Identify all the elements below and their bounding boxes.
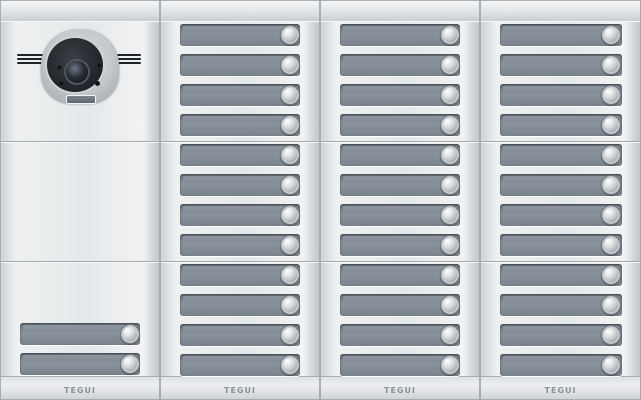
- camera-led: [95, 81, 100, 86]
- call-button[interactable]: [601, 25, 621, 45]
- brand-label: TEGUI: [224, 386, 256, 395]
- brand-label: TEGUI: [64, 386, 96, 395]
- top-cap: [161, 1, 319, 22]
- call-button[interactable]: [440, 55, 460, 75]
- call-button[interactable]: [280, 355, 300, 375]
- camera-led: [59, 81, 64, 86]
- call-button[interactable]: [440, 115, 460, 135]
- top-cap: [481, 1, 640, 22]
- bottom-cap: TEGUI: [481, 376, 640, 399]
- call-button[interactable]: [440, 85, 460, 105]
- call-button[interactable]: [280, 145, 300, 165]
- call-button[interactable]: [280, 175, 300, 195]
- call-button[interactable]: [601, 55, 621, 75]
- camera-led: [57, 65, 62, 70]
- call-button[interactable]: [601, 115, 621, 135]
- top-cap: [321, 1, 479, 22]
- call-button[interactable]: [440, 295, 460, 315]
- call-button[interactable]: [601, 295, 621, 315]
- call-button[interactable]: [280, 115, 300, 135]
- call-button[interactable]: [280, 205, 300, 225]
- camera-badge: [66, 95, 96, 104]
- top-cap: [1, 1, 159, 22]
- call-button[interactable]: [280, 85, 300, 105]
- bottom-cap: TEGUI: [1, 376, 159, 399]
- blank-module: [1, 142, 159, 262]
- call-button[interactable]: [280, 265, 300, 285]
- brand-label: TEGUI: [544, 386, 577, 395]
- call-button[interactable]: [280, 325, 300, 345]
- call-button[interactable]: [601, 175, 621, 195]
- call-button[interactable]: [280, 295, 300, 315]
- call-button[interactable]: [601, 85, 621, 105]
- bottom-cap: TEGUI: [321, 376, 479, 399]
- call-button[interactable]: [601, 325, 621, 345]
- bottom-cap: TEGUI: [161, 376, 319, 399]
- call-button[interactable]: [280, 55, 300, 75]
- brand-label: TEGUI: [384, 386, 416, 395]
- call-button[interactable]: [440, 265, 460, 285]
- camera-led: [97, 63, 102, 68]
- call-button[interactable]: [440, 325, 460, 345]
- call-button[interactable]: [601, 235, 621, 255]
- call-button[interactable]: [440, 235, 460, 255]
- call-button[interactable]: [601, 205, 621, 225]
- call-button[interactable]: [440, 175, 460, 195]
- camera-lens: [64, 59, 90, 85]
- call-button[interactable]: [120, 354, 140, 374]
- call-button[interactable]: [601, 355, 621, 375]
- call-button[interactable]: [440, 145, 460, 165]
- call-button[interactable]: [440, 205, 460, 225]
- call-button[interactable]: [440, 25, 460, 45]
- call-button[interactable]: [440, 355, 460, 375]
- call-button[interactable]: [601, 145, 621, 165]
- call-button[interactable]: [280, 235, 300, 255]
- call-button[interactable]: [280, 25, 300, 45]
- call-button[interactable]: [120, 324, 140, 344]
- call-button[interactable]: [601, 265, 621, 285]
